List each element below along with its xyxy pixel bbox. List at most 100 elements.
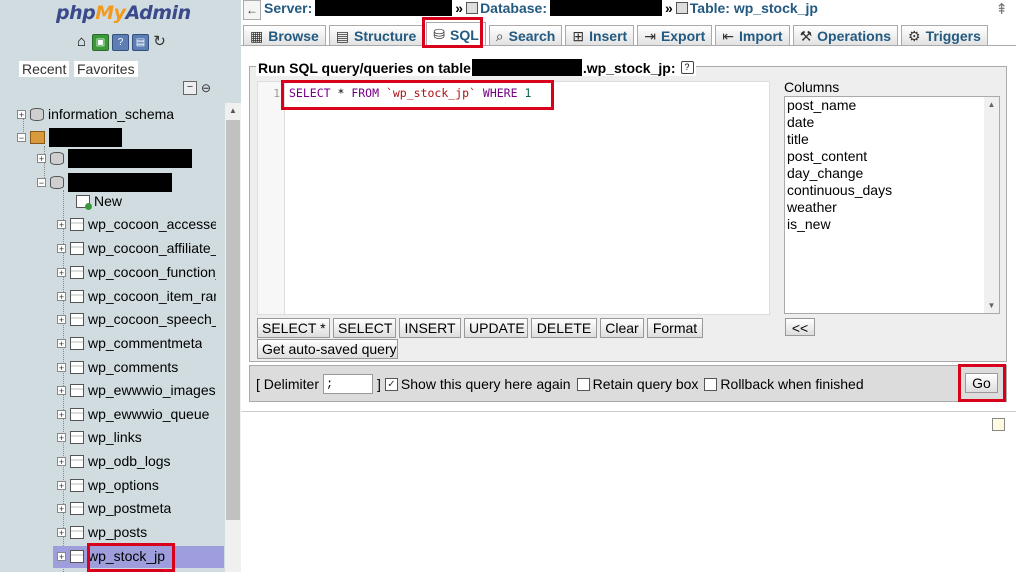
favorites-tab[interactable]: Favorites	[74, 61, 138, 77]
table-name-label[interactable]: wp_comments	[88, 359, 178, 375]
tree-row-table[interactable]: + wp_ewwwio_images	[57, 379, 216, 401]
table-name-label[interactable]: wp_cocoon_affiliate_ta	[88, 240, 216, 256]
table-name-label[interactable]: wp_posts	[88, 524, 147, 540]
tree-row-table[interactable]: + wp_options	[57, 474, 159, 496]
expand-icon[interactable]: +	[57, 456, 66, 466]
tab-label[interactable]: SQL	[450, 27, 479, 43]
table-name-label[interactable]: wp_stock_jp	[88, 548, 165, 564]
reload-icon[interactable]: ↻	[152, 34, 167, 49]
collapse-icon[interactable]: −	[17, 132, 26, 142]
tab-export[interactable]: ⇥ Export	[637, 25, 713, 46]
expand-icon[interactable]: +	[57, 243, 66, 253]
console-icon[interactable]	[992, 418, 1005, 431]
tree-row-table[interactable]: + wp_postmeta	[57, 497, 171, 519]
delete-button[interactable]: DELETE	[531, 318, 597, 338]
tree-row-table[interactable]: + wp_cocoon_item_rank	[57, 285, 216, 307]
table-name-label[interactable]: wp_odb_logs	[88, 453, 171, 469]
tab-label[interactable]: Search	[509, 28, 556, 44]
format-button[interactable]: Format	[647, 318, 703, 338]
recent-tab[interactable]: Recent	[19, 61, 70, 77]
tree-row-table[interactable]: + wp_commentmeta	[57, 332, 202, 354]
column-option[interactable]: continuous_days	[785, 182, 999, 199]
column-option[interactable]: post_content	[785, 148, 999, 165]
column-option[interactable]: day_change	[785, 165, 999, 182]
sql-query-text[interactable]: SELECT * FROM `wp_stock_jp` WHERE 1	[289, 86, 531, 100]
select-star-button[interactable]: SELECT *	[257, 318, 330, 338]
expand-icon[interactable]: +	[57, 480, 66, 490]
settings-icon[interactable]: ▤	[132, 34, 149, 51]
go-button[interactable]: Go	[965, 373, 998, 393]
column-option[interactable]: is_new	[785, 216, 999, 233]
phpmyadmin-logo[interactable]: phpMyAdmin	[56, 2, 191, 24]
tab-label[interactable]: Browse	[268, 28, 319, 44]
sql-query-icon[interactable]: ▣	[92, 34, 109, 51]
show-query-checkbox[interactable]: ✓	[384, 377, 398, 391]
table-name-label[interactable]: wp_commentmeta	[88, 335, 202, 351]
show-query-label[interactable]: Show this query here again	[401, 376, 571, 392]
table-name-label[interactable]: wp_ewwwio_queue	[88, 406, 209, 422]
columns-listbox[interactable]: post_name date title post_content day_change…	[784, 96, 1000, 314]
table-name-label[interactable]: wp_ewwwio_images	[88, 382, 216, 398]
tab-structure[interactable]: ▤ Structure	[328, 25, 424, 46]
column-option[interactable]: date	[785, 114, 999, 131]
delimiter-input[interactable]	[323, 374, 374, 394]
tree-row-table[interactable]: + wp_comments	[57, 356, 178, 378]
table-name-label[interactable]: wp_links	[88, 429, 142, 445]
tab-triggers[interactable]: ⚙ Triggers	[901, 25, 988, 46]
nav-scrollbar[interactable]: ▲	[225, 103, 241, 572]
tree-row-table[interactable]: + wp_posts	[57, 521, 147, 543]
tree-row-table[interactable]: + wp_odb_logs	[57, 450, 171, 472]
expand-icon[interactable]: +	[17, 109, 26, 119]
breadcrumb-database[interactable]: Database:	[480, 0, 547, 16]
tree-row-database-redacted[interactable]: −	[17, 126, 122, 148]
insert-button[interactable]: INSERT	[399, 318, 461, 338]
expand-icon[interactable]: +	[57, 362, 66, 372]
tree-row-table[interactable]: + wp_links	[57, 426, 142, 448]
expand-icon[interactable]: +	[57, 291, 66, 301]
table-name-label[interactable]: wp_cocoon_speech_b	[88, 311, 216, 327]
retain-query-checkbox[interactable]	[576, 377, 590, 391]
tab-label[interactable]: Operations	[817, 28, 891, 44]
expand-icon[interactable]: +	[57, 267, 66, 277]
select-button[interactable]: SELECT	[333, 318, 396, 338]
clear-button[interactable]: Clear	[600, 318, 644, 338]
home-icon[interactable]: ⌂	[74, 34, 89, 49]
table-name-label[interactable]: wp_cocoon_item_rank	[88, 288, 216, 304]
tab-insert[interactable]: ⊞ Insert	[565, 25, 635, 46]
expand-icon[interactable]: +	[57, 219, 66, 229]
scroll-down-arrow-icon[interactable]: ▼	[984, 298, 999, 313]
column-option[interactable]: title	[785, 131, 999, 148]
column-option[interactable]: weather	[785, 199, 999, 216]
scroll-thumb[interactable]	[226, 120, 240, 520]
help-icon[interactable]: ?	[680, 61, 694, 74]
sql-query-editor[interactable]: 1 SELECT * FROM `wp_stock_jp` WHERE 1	[257, 81, 770, 315]
get-autosaved-query-button[interactable]: Get auto-saved query	[257, 339, 398, 359]
breadcrumb-server[interactable]: Server:	[264, 0, 312, 16]
tree-row-table[interactable]: + wp_ewwwio_queue	[57, 403, 209, 425]
tab-label[interactable]: Structure	[354, 28, 416, 44]
back-arrow-icon[interactable]: ←	[243, 0, 261, 20]
table-name-label[interactable]: wp_cocoon_function_t	[88, 264, 216, 280]
table-name-label[interactable]: wp_cocoon_accesses	[88, 216, 216, 232]
collapse-top-icon[interactable]: ⇞	[995, 0, 1008, 18]
tree-label[interactable]: New	[94, 193, 122, 209]
tree-row-table[interactable]: + wp_cocoon_function_t	[57, 261, 216, 283]
columns-scrollbar[interactable]: ▲ ▼	[984, 97, 999, 313]
expand-icon[interactable]: +	[37, 153, 46, 163]
link-with-main-icon[interactable]: ⊖	[201, 81, 211, 95]
expand-icon[interactable]: +	[57, 503, 66, 513]
docs-icon[interactable]: ?	[112, 34, 129, 51]
tab-import[interactable]: ⇤ Import	[715, 25, 790, 46]
table-name-label[interactable]: wp_postmeta	[88, 500, 171, 516]
insert-columns-button[interactable]: <<	[785, 318, 815, 336]
tree-row-table[interactable]: + wp_cocoon_speech_b	[57, 308, 216, 330]
scroll-up-arrow-icon[interactable]: ▲	[225, 103, 241, 119]
expand-icon[interactable]: +	[57, 432, 66, 442]
column-option[interactable]: post_name	[785, 97, 999, 114]
rollback-label[interactable]: Rollback when finished	[720, 376, 863, 392]
rollback-checkbox[interactable]	[704, 377, 718, 391]
tree-row-new-table[interactable]: New	[63, 190, 122, 212]
expand-icon[interactable]: +	[57, 338, 66, 348]
tab-label[interactable]: Export	[661, 28, 705, 44]
tab-browse[interactable]: ▦ Browse	[243, 25, 326, 46]
